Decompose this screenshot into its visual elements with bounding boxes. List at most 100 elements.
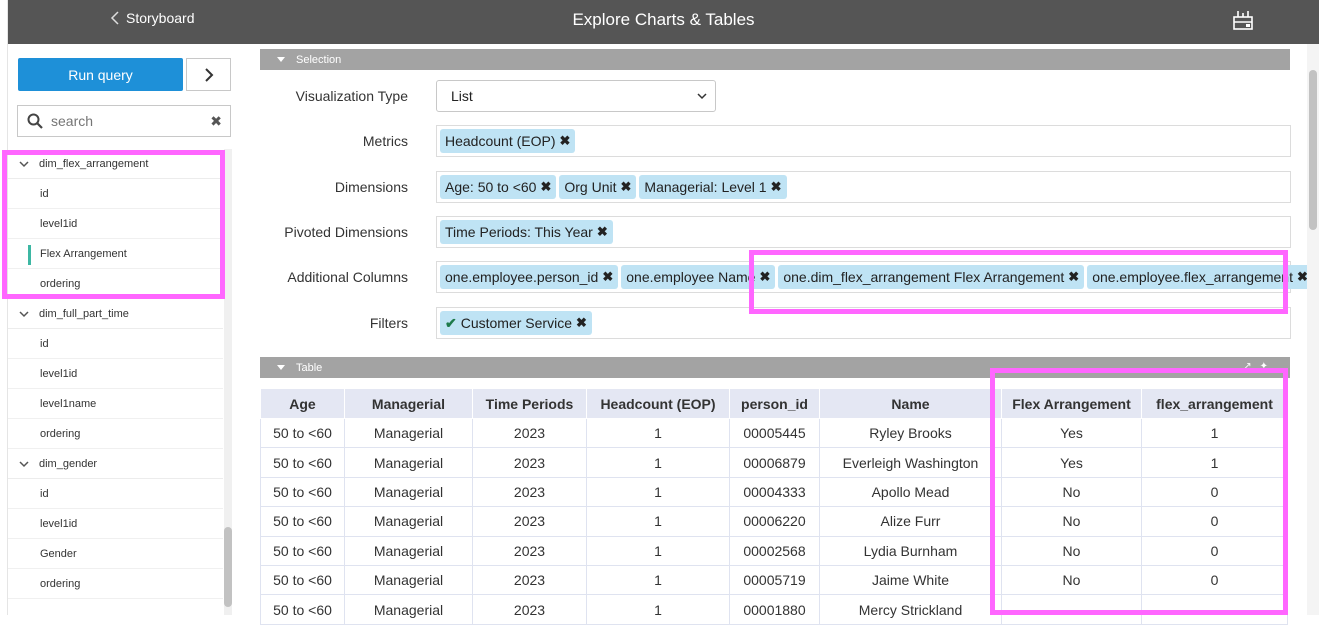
chevron-down-icon (19, 310, 29, 317)
table-cell: 00001880 (729, 594, 820, 625)
table-cell: 2023 (472, 594, 587, 625)
table-cell: 50 to <60 (260, 535, 345, 566)
tree-item[interactable]: level1id (8, 359, 223, 389)
tree-item[interactable]: id (8, 329, 223, 359)
sidebar-scrollbar[interactable] (224, 149, 232, 615)
dimension-chip[interactable]: Org Unit ✖ (559, 175, 637, 199)
tree-item[interactable]: ordering (8, 419, 223, 449)
chip-label: one.employee Name (626, 269, 756, 285)
chip-label: one.employee.person_id (445, 269, 599, 285)
tree-item[interactable]: level1name (8, 389, 223, 419)
toolbox-icon[interactable] (1232, 10, 1254, 30)
metric-chip[interactable]: Headcount (EOP) ✖ (440, 129, 576, 153)
column-header[interactable]: Time Periods (472, 388, 587, 419)
table-cell: 50 to <60 (260, 417, 345, 449)
scroll-thumb[interactable] (224, 527, 232, 607)
selection-header[interactable]: Selection (260, 49, 1290, 70)
table-cell: Alize Furr (819, 506, 1002, 537)
column-header[interactable]: Managerial (344, 388, 473, 419)
table-cell: 00006220 (729, 506, 820, 537)
pivot-chip[interactable]: Time Periods: This Year ✖ (440, 220, 613, 244)
table-cell: 2023 (472, 506, 587, 537)
filter-chip[interactable]: ✔ Customer Service ✖ (440, 311, 592, 335)
run-query-button[interactable]: Run query (18, 58, 183, 91)
chip-label: Headcount (EOP) (445, 133, 556, 149)
highlight-box (2, 150, 225, 299)
table-cell: 50 to <60 (260, 476, 345, 508)
check-icon: ✔ (445, 314, 457, 331)
column-chip[interactable]: one.employee.person_id ✖ (440, 265, 619, 289)
column-header[interactable]: Age (260, 388, 345, 419)
dimensions-label: Dimensions (334, 179, 408, 195)
tree-item[interactable]: id (8, 479, 223, 509)
search-input[interactable] (51, 113, 201, 129)
tree-item[interactable]: Gender (8, 539, 223, 569)
table-cell: 00005719 (729, 564, 820, 596)
column-header[interactable]: Headcount (EOP) (586, 388, 730, 419)
expand-button[interactable] (186, 58, 231, 91)
tree-group[interactable]: dim_gender (8, 449, 223, 479)
remove-icon[interactable]: ✖ (540, 179, 551, 195)
metrics-field[interactable]: Headcount (EOP) ✖ (436, 125, 1291, 157)
column-header[interactable]: person_id (729, 388, 820, 419)
chip-label: Org Unit (564, 179, 617, 195)
table-cell: 2023 (472, 535, 587, 566)
table-cell: 1 (586, 564, 730, 596)
table-cell: 2023 (472, 476, 587, 508)
chevron-down-icon (697, 93, 707, 100)
dimension-chip[interactable]: Managerial: Level 1 ✖ (639, 175, 787, 199)
page-title: Explore Charts & Tables (572, 10, 755, 29)
chevron-down-icon (277, 57, 285, 62)
remove-icon[interactable]: ✖ (602, 269, 613, 285)
section-title: Table (296, 361, 323, 374)
clear-search-icon[interactable]: ✖ (210, 113, 222, 130)
table-cell: 50 to <60 (260, 506, 345, 537)
viz-type-select[interactable]: List (436, 80, 716, 112)
tree-item[interactable]: ordering (8, 569, 223, 599)
tree-group[interactable]: dim_full_part_time (8, 299, 223, 329)
main-scrollbar[interactable] (1307, 44, 1319, 615)
viz-type-label: Visualization Type (295, 88, 408, 104)
table-cell: Apollo Mead (819, 476, 1002, 508)
table-cell: 00002568 (729, 535, 820, 566)
table-cell: Everleigh Washington (819, 447, 1002, 478)
remove-icon[interactable]: ✖ (621, 179, 632, 195)
table-cell: Managerial (344, 417, 473, 449)
table-cell: 50 to <60 (260, 594, 345, 625)
table-cell: Jaime White (819, 564, 1002, 596)
highlight-box (990, 368, 1288, 615)
chip-label: Customer Service (460, 315, 572, 331)
table-cell: Managerial (344, 594, 473, 625)
column-header[interactable]: Name (819, 388, 1002, 419)
table-cell: Managerial (344, 506, 473, 537)
remove-icon[interactable]: ✖ (771, 179, 782, 195)
additional-columns-label: Additional Columns (287, 269, 408, 285)
table-cell: Managerial (344, 535, 473, 566)
search-box: ✖ (17, 105, 231, 137)
group-label: dim_gender (39, 457, 98, 470)
dimension-chip[interactable]: Age: 50 to <60 ✖ (440, 175, 557, 199)
remove-icon[interactable]: ✖ (576, 315, 587, 331)
table-cell: 1 (586, 594, 730, 625)
remove-icon[interactable]: ✖ (560, 133, 571, 149)
pivoted-field[interactable]: Time Periods: This Year ✖ (436, 216, 1291, 248)
section-title: Selection (296, 53, 342, 66)
chevron-right-icon (204, 67, 213, 82)
remove-icon[interactable]: ✖ (597, 224, 608, 240)
dimensions-field[interactable]: Age: 50 to <60 ✖ Org Unit ✖ Managerial: Le… (436, 171, 1291, 203)
table-cell: 00006879 (729, 447, 820, 478)
scroll-thumb[interactable] (1309, 70, 1317, 230)
table-cell: Ryley Brooks (819, 417, 1002, 449)
table-cell: 1 (586, 447, 730, 478)
table-cell: Lydia Burnham (819, 535, 1002, 566)
viz-type-value: List (451, 88, 473, 104)
metrics-label: Metrics (362, 133, 408, 149)
table-cell: 50 to <60 (260, 447, 345, 478)
search-icon (27, 113, 43, 129)
chevron-down-icon (19, 460, 29, 467)
tree-item[interactable]: level1id (8, 509, 223, 539)
filters-label: Filters (369, 315, 408, 331)
chip-label: Time Periods: This Year (445, 224, 593, 240)
table-cell: 2023 (472, 564, 587, 596)
highlight-box (749, 250, 1288, 314)
